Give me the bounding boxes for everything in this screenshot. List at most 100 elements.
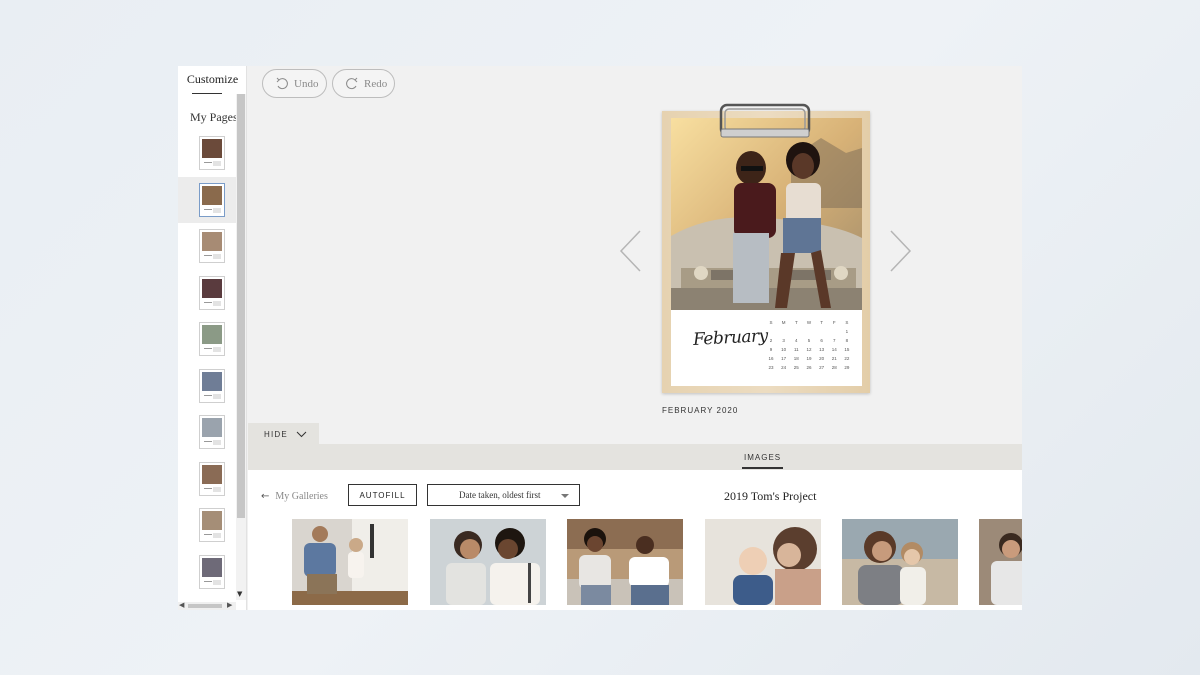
calendar-caption: FEBRUARY 2020 bbox=[662, 406, 739, 415]
page-thumbnail-month bbox=[204, 162, 212, 163]
weekday-header: T bbox=[794, 320, 798, 325]
sidebar-scrollbar[interactable] bbox=[236, 94, 246, 600]
hide-panel-button[interactable]: HIDE bbox=[248, 423, 319, 445]
tab-customize-label: Customize bbox=[186, 72, 239, 86]
page-thumbnail-row[interactable] bbox=[178, 549, 236, 596]
page-thumbnail[interactable] bbox=[199, 508, 225, 542]
calendar-photo[interactable] bbox=[671, 118, 862, 310]
tab-customize[interactable]: Customize bbox=[178, 66, 247, 96]
calendar-day: 22 bbox=[844, 356, 850, 361]
page-thumbnail-row[interactable] bbox=[178, 223, 236, 270]
autofill-button[interactable]: AUTOFILL bbox=[348, 484, 417, 506]
page-thumbnail[interactable] bbox=[199, 461, 225, 496]
page-thumbnail[interactable] bbox=[199, 182, 225, 217]
calendar-week-row: 9 10 11 12 13 14 15 bbox=[766, 347, 852, 356]
page-thumbnail-row[interactable] bbox=[178, 316, 236, 363]
page-thumbnail[interactable] bbox=[199, 275, 225, 310]
calendar-day: 9 bbox=[769, 347, 773, 352]
page-thumbnail-grid bbox=[213, 440, 221, 445]
arrow-left-icon: ← bbox=[261, 491, 270, 502]
page-thumbnail-photo bbox=[202, 464, 222, 484]
page-thumbnail-list bbox=[178, 130, 236, 595]
page-thumbnail-row[interactable] bbox=[178, 176, 236, 223]
mini-calendar: S M T W T F S 1 2 3 4 5 6 7 8 9 10 11 12 13 14 15 16 17 18 19 20 21… bbox=[766, 320, 852, 374]
undo-button[interactable]: Undo bbox=[262, 69, 327, 98]
page-thumbnail-grid bbox=[213, 347, 221, 352]
page-thumbnail-photo bbox=[202, 371, 222, 391]
gallery-photo[interactable] bbox=[292, 519, 408, 605]
next-page-arrow-icon[interactable] bbox=[887, 229, 913, 273]
weekday-header: S bbox=[769, 320, 773, 325]
undo-label: Undo bbox=[294, 77, 319, 90]
page-thumbnail-photo bbox=[202, 325, 222, 344]
calendar-week-row: 2 3 4 5 6 7 8 bbox=[766, 338, 852, 347]
gallery-photo[interactable] bbox=[430, 519, 546, 605]
page-thumbnail-row[interactable] bbox=[178, 270, 236, 317]
page-thumbnail[interactable] bbox=[199, 554, 225, 589]
project-title: 2019 Tom's Project bbox=[724, 489, 817, 503]
page-thumbnail-month bbox=[204, 348, 212, 349]
gallery-photo[interactable] bbox=[567, 519, 683, 605]
chevron-down-icon bbox=[296, 431, 307, 437]
page-thumbnail-row[interactable] bbox=[178, 409, 236, 456]
sort-dropdown[interactable]: Date taken, oldest first bbox=[427, 484, 580, 506]
sort-dropdown-value: Date taken, oldest first bbox=[459, 490, 541, 500]
calendar-day: 17 bbox=[781, 356, 787, 361]
my-pages-heading: My Pages bbox=[190, 110, 238, 124]
page-thumbnail-photo bbox=[202, 278, 222, 298]
calendar-day: 8 bbox=[845, 338, 849, 343]
tab-images-label: IMAGES bbox=[744, 453, 782, 462]
page-thumbnail-row[interactable] bbox=[178, 363, 236, 410]
weekday-header-row: SMTWTFS bbox=[766, 320, 852, 329]
calendar-editor-app: Customize My Pages ▼ ◀ ▶ Undo Redo Febru… bbox=[178, 66, 1022, 610]
page-thumbnail[interactable] bbox=[199, 415, 225, 449]
calendar-day: 23 bbox=[768, 365, 774, 370]
redo-button[interactable]: Redo bbox=[332, 69, 395, 98]
page-thumbnail-photo bbox=[202, 232, 222, 251]
calendar-day: 11 bbox=[793, 347, 799, 352]
page-thumbnail-row[interactable] bbox=[178, 502, 236, 549]
page-thumbnail-month bbox=[204, 441, 212, 442]
page-thumbnail-month bbox=[204, 301, 212, 303]
scroll-left-icon[interactable]: ◀ bbox=[179, 601, 184, 609]
page-thumbnail-photo bbox=[202, 511, 222, 530]
page-thumbnail[interactable] bbox=[199, 322, 225, 356]
previous-page-arrow-icon[interactable] bbox=[618, 229, 644, 273]
calendar-day bbox=[829, 329, 839, 338]
sidebar-horizontal-scrollbar-thumb[interactable] bbox=[188, 604, 222, 608]
gallery-photo[interactable] bbox=[979, 519, 1022, 605]
calendar-day: 24 bbox=[781, 365, 787, 370]
my-galleries-label: My Galleries bbox=[275, 491, 328, 502]
calendar-day: 4 bbox=[795, 338, 798, 343]
calendar-day: 6 bbox=[820, 338, 823, 343]
gallery-photo-image bbox=[842, 519, 958, 605]
scroll-down-icon[interactable]: ▼ bbox=[237, 590, 242, 598]
page-thumbnail-row[interactable] bbox=[178, 456, 236, 503]
bottom-panel-tabs: IMAGES bbox=[248, 444, 1022, 470]
sidebar-scrollbar-thumb[interactable] bbox=[237, 94, 245, 518]
gallery-photo-image bbox=[979, 519, 1022, 605]
scroll-right-icon[interactable]: ▶ bbox=[227, 601, 232, 609]
redo-icon bbox=[346, 77, 358, 89]
weekday-header: S bbox=[845, 320, 849, 325]
page-thumbnail-grid bbox=[213, 579, 221, 585]
calendar-week-row: 1 bbox=[766, 329, 852, 338]
gallery-photo-image bbox=[567, 519, 683, 605]
hide-label: HIDE bbox=[264, 429, 288, 439]
page-thumbnail-month bbox=[204, 255, 212, 256]
calendar-week-row: 23 24 25 26 27 28 29 bbox=[766, 365, 852, 374]
page-thumbnail-month bbox=[204, 208, 212, 210]
page-thumbnail[interactable] bbox=[199, 229, 225, 263]
page-thumbnail-grid bbox=[213, 254, 221, 259]
page-thumbnail[interactable] bbox=[199, 368, 225, 403]
calendar-day: 25 bbox=[793, 365, 799, 370]
calendar-grid-page[interactable]: February S M T W T F S 1 2 3 4 5 6 7 8 9 10 11 12 13 14 15 16 1… bbox=[671, 310, 862, 386]
page-thumbnail[interactable] bbox=[199, 136, 225, 170]
gallery-photo[interactable] bbox=[842, 519, 958, 605]
gallery-photo[interactable] bbox=[705, 519, 821, 605]
page-thumbnail-row[interactable] bbox=[178, 130, 236, 177]
my-galleries-link[interactable]: ← My Galleries bbox=[261, 491, 328, 502]
gallery-photo-image bbox=[705, 519, 821, 605]
calendar-day: 5 bbox=[807, 338, 811, 343]
page-thumbnail-photo bbox=[202, 557, 222, 577]
